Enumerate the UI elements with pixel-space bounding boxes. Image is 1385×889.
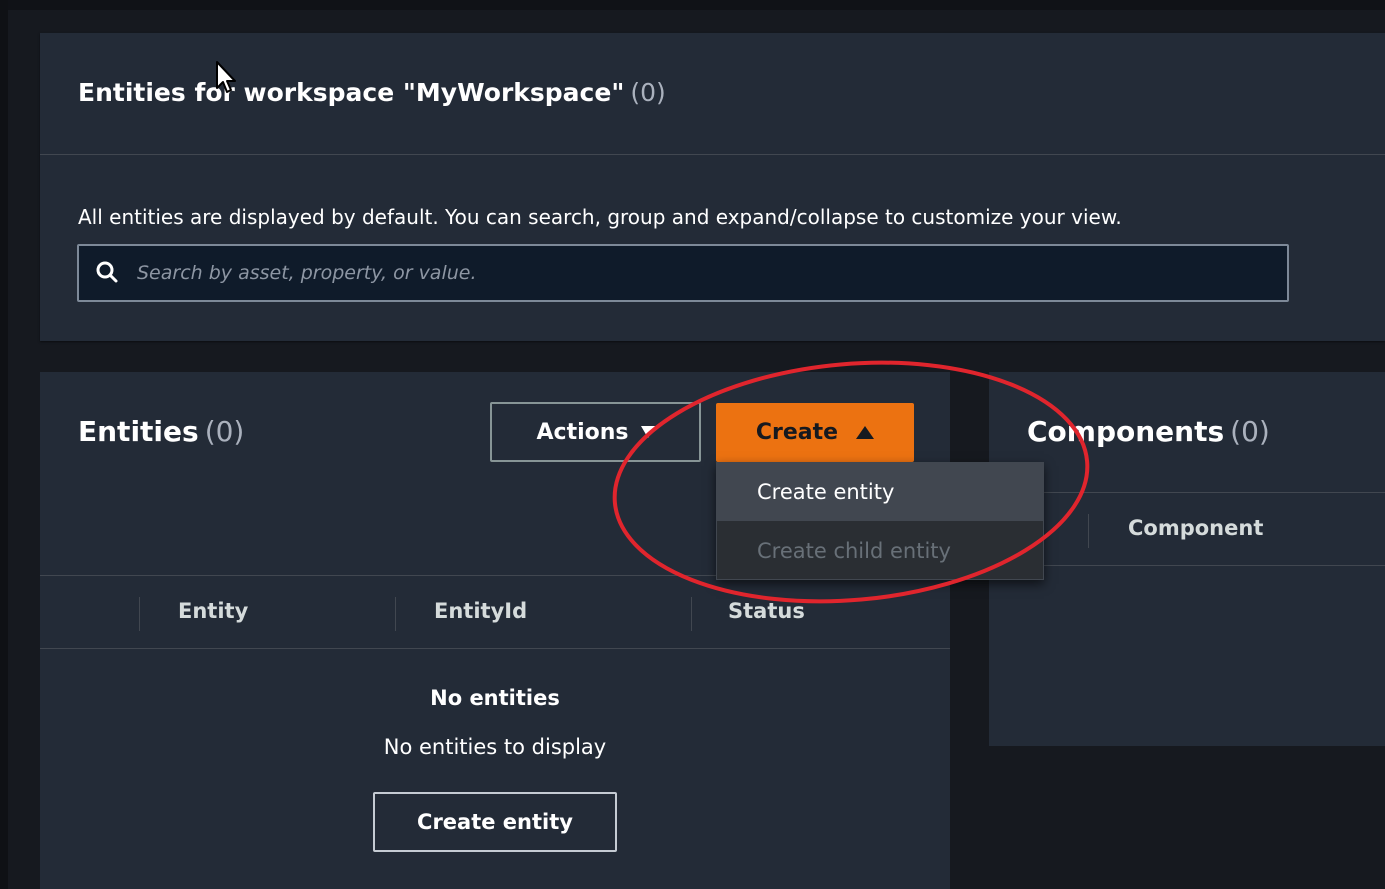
empty-state-message: No entities to display [383, 735, 607, 759]
actions-button-label: Actions [536, 419, 629, 445]
column-header-entity[interactable]: Entity [178, 599, 248, 623]
components-table-header: Component [989, 492, 1385, 566]
page-title: Entities for workspace "MyWorkspace" (0) [78, 78, 666, 107]
column-divider[interactable] [1088, 514, 1089, 548]
menu-item-create-child-entity: Create child entity [757, 539, 951, 563]
create-entity-button[interactable]: Create entity [373, 792, 617, 852]
caret-down-icon [640, 426, 655, 438]
column-divider[interactable] [395, 597, 396, 631]
create-button[interactable]: Create [716, 403, 914, 462]
view-description: All entities are displayed by default. Y… [78, 205, 1122, 229]
components-title-text: Components [1027, 415, 1225, 448]
entities-count: (0) [204, 415, 245, 448]
column-header-component[interactable]: Component [1128, 516, 1263, 540]
column-divider[interactable] [691, 597, 692, 631]
workspace-panel-header: Entities for workspace "MyWorkspace" (0) [40, 33, 1385, 155]
column-header-status[interactable]: Status [728, 599, 805, 623]
caret-up-icon [856, 426, 875, 439]
actions-button[interactable]: Actions [490, 402, 701, 462]
create-button-label: Create [755, 420, 839, 445]
create-dropdown-menu: Create entity Create child entity [716, 462, 1044, 580]
search-box[interactable] [77, 244, 1289, 302]
menu-item-create-entity[interactable]: Create entity [717, 463, 1043, 521]
page-title-text: Entities for workspace "MyWorkspace" [78, 78, 625, 107]
components-title: Components (0) [1027, 415, 1270, 448]
entities-title: Entities (0) [78, 415, 244, 448]
entities-panel: Entities (0) Actions Create Entity Entity… [40, 372, 950, 889]
search-icon [96, 261, 118, 283]
page-title-count: (0) [630, 78, 666, 107]
mouse-cursor-icon [216, 61, 236, 93]
components-count: (0) [1230, 415, 1270, 448]
window-top-edge [0, 0, 1385, 10]
empty-state-title: No entities [430, 686, 560, 710]
entities-title-text: Entities [78, 415, 199, 448]
window-left-edge [0, 0, 8, 889]
column-divider[interactable] [139, 597, 140, 631]
workspace-entities-panel: Entities for workspace "MyWorkspace" (0) … [40, 33, 1385, 341]
components-panel: Components (0) Component [989, 372, 1385, 746]
entities-table-header: Entity EntityId Status [40, 575, 950, 649]
search-input[interactable] [137, 254, 1267, 292]
column-header-entity-id[interactable]: EntityId [434, 599, 527, 623]
